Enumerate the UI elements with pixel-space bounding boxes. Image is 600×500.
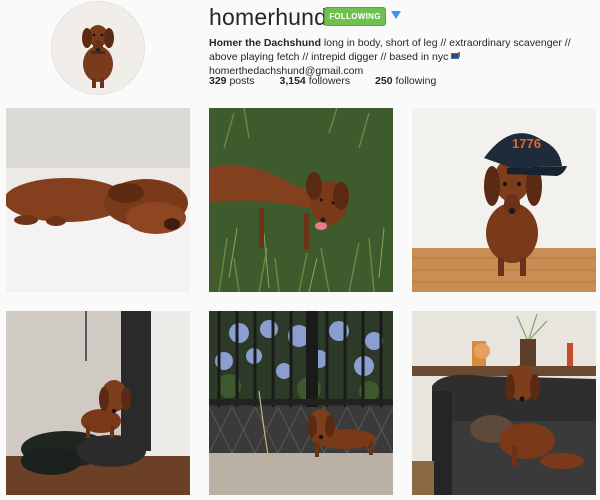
photo-dog-fence-hydrangeas [209, 311, 393, 495]
photo-tile[interactable] [412, 311, 596, 495]
profile-avatar[interactable] [52, 2, 144, 94]
photo-tile[interactable] [209, 108, 393, 292]
username: homerhund [209, 4, 328, 30]
photo-dog-on-bed [6, 108, 190, 292]
photo-dog-in-grass [209, 108, 393, 292]
photo-dog-on-sofa [412, 311, 596, 495]
caret-down-icon[interactable] [391, 11, 401, 19]
photo-dog-on-bags [6, 311, 190, 495]
mailbox-icon [451, 52, 461, 59]
photo-tile[interactable]: 1776 [412, 108, 596, 292]
bio: Homer the Dachshund long in body, short … [209, 36, 595, 78]
stat-following[interactable]: 250 following [375, 75, 436, 87]
profile-header: homerhund FOLLOWING Homer the Dachshund … [0, 0, 600, 100]
photo-tile[interactable] [209, 311, 393, 495]
stat-posts[interactable]: 329 posts [209, 75, 255, 87]
photo-dog-with-cap: 1776 [412, 108, 596, 292]
bio-name: Homer the Dachshund [209, 37, 322, 49]
following-button[interactable]: FOLLOWING [324, 7, 386, 26]
profile-stats: 329 posts 3,154 followers 250 following [209, 75, 458, 87]
stat-followers[interactable]: 3,154 followers [279, 75, 350, 87]
photo-tile[interactable] [6, 311, 190, 495]
photo-tile[interactable] [6, 108, 190, 292]
svg-text:1776: 1776 [512, 136, 541, 151]
